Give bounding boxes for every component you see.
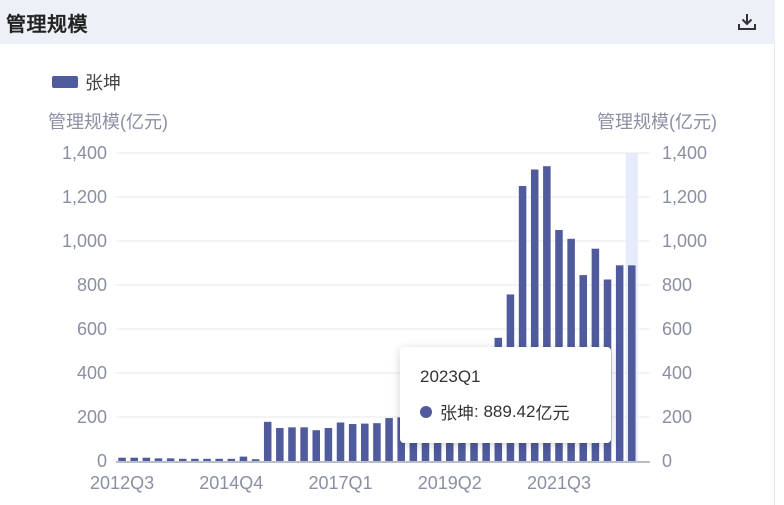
y-tick-label-right: 1,400 (662, 143, 707, 163)
y-tick-label-right: 800 (662, 275, 692, 295)
bar (361, 423, 369, 461)
chart-panel: 1,400 1,400 1,200 1,200 1,000 1,000 800 800 600 6… (0, 44, 775, 505)
tooltip-row: 张坤: 889.42 亿元 (420, 399, 611, 424)
bar (336, 422, 345, 461)
y-tick-label-left: 400 (77, 363, 107, 383)
bar (166, 458, 175, 461)
bar (628, 265, 636, 461)
bar (142, 457, 151, 461)
y-tick-label-right: 400 (662, 363, 692, 383)
bar (130, 457, 138, 461)
y-tick-label-right: 1,200 (662, 187, 707, 207)
card-header: 管理规模 (0, 0, 775, 44)
x-tick-label: 2017Q1 (308, 473, 372, 493)
bar (373, 423, 381, 461)
bar (348, 424, 357, 461)
y-tick-label-left: 1,200 (62, 187, 107, 207)
y-tick-label-left: 200 (77, 407, 107, 427)
bar (615, 265, 624, 461)
tooltip-series-name: 张坤 (440, 404, 474, 423)
tooltip-value: 889.42 (483, 401, 536, 421)
bar (263, 421, 272, 461)
bar (239, 456, 248, 461)
bar (385, 418, 393, 461)
tooltip-title: 2023Q1 (420, 367, 481, 386)
bar (276, 428, 284, 461)
legend-swatch (52, 76, 78, 88)
y-tick-label-right: 1,000 (662, 231, 707, 251)
y-axis-title-left: 管理规模(亿元) (48, 112, 168, 132)
tooltip-series-marker (420, 405, 432, 418)
x-tick-label: 2019Q2 (418, 473, 482, 493)
bar (118, 457, 126, 461)
card-title: 管理规模 (6, 13, 88, 36)
y-tick-label-left: 1,400 (62, 143, 107, 163)
y-tick-label-left: 800 (77, 275, 107, 295)
download-icon[interactable] (735, 10, 759, 34)
x-tick-label: 2012Q3 (90, 473, 154, 493)
bar (203, 458, 211, 461)
bar (227, 458, 236, 461)
y-tick-label-right: 0 (662, 451, 672, 471)
y-tick-label-right: 600 (662, 319, 692, 339)
bar (178, 458, 187, 461)
y-tick-label-right: 200 (662, 407, 692, 427)
bar (154, 458, 163, 461)
y-axis-title-right: 管理规模(亿元) (597, 112, 717, 132)
bar (288, 427, 296, 461)
x-tick-label: 2014Q4 (199, 473, 263, 493)
x-tick-label: 2021Q3 (527, 473, 591, 493)
bar (312, 430, 321, 461)
y-tick-label-left: 600 (77, 319, 107, 339)
legend-label: 张坤 (85, 73, 121, 93)
bar (324, 428, 333, 461)
tooltip-unit: 亿元 (535, 404, 570, 423)
y-tick-label-left: 1,000 (62, 231, 107, 251)
bar (300, 427, 308, 461)
bar (215, 458, 223, 461)
y-tick-label-left: 0 (97, 451, 107, 471)
tooltip-separator: : (474, 401, 484, 421)
bar (251, 459, 260, 461)
chart-tooltip: 2023Q1 张坤: 889.42 亿元 (400, 347, 611, 443)
bar (191, 458, 199, 461)
bar-chart[interactable]: 1,400 1,400 1,200 1,200 1,000 1,000 800 800 600 6… (0, 44, 775, 505)
